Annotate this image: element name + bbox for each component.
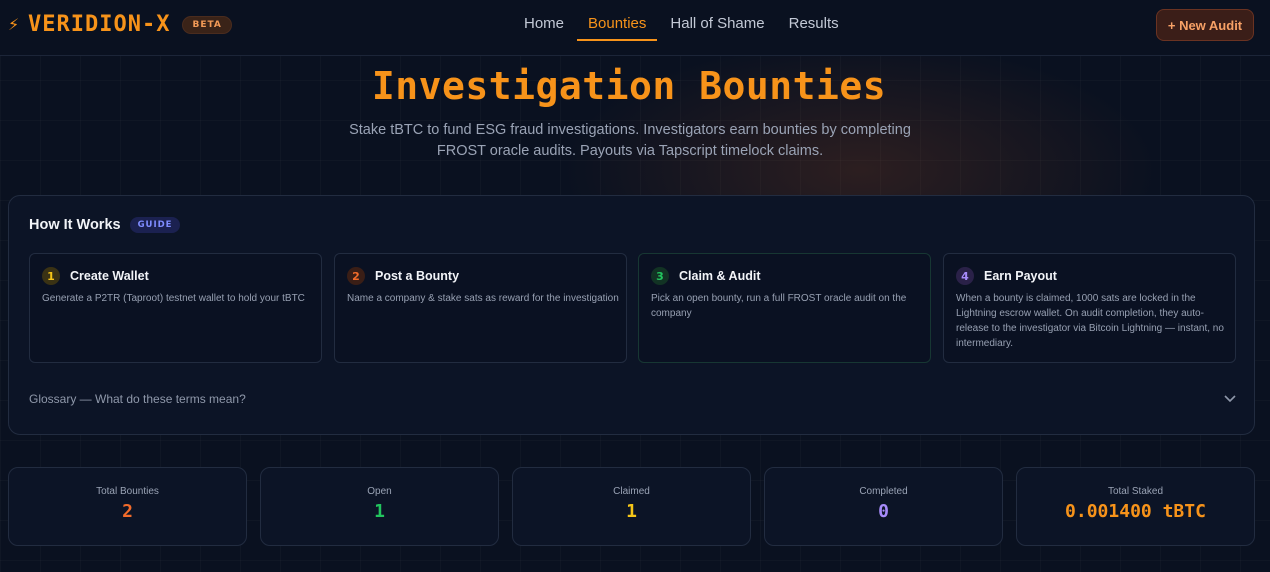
main-nav: Home Bounties Hall of Shame Results <box>513 8 852 41</box>
step-description: Name a company & stake sats as reward fo… <box>347 293 619 304</box>
stat-label: Completed <box>859 486 908 497</box>
brand-name: VERIDION-X <box>28 12 171 37</box>
step-card-earn-payout: 4 Earn Payout When a bounty is claimed, … <box>943 253 1236 363</box>
step-number: 4 <box>956 267 974 285</box>
stat-label: Total Bounties <box>96 486 159 497</box>
stat-value: 1 <box>626 501 637 522</box>
step-number: 3 <box>651 267 669 285</box>
how-it-works-title: How It Works <box>29 217 121 233</box>
step-card-claim-audit: 3 Claim & Audit Pick an open bounty, run… <box>638 253 931 363</box>
stat-value: 0 <box>878 501 889 522</box>
stat-card-claimed: Claimed 1 <box>512 467 751 546</box>
step-number: 2 <box>347 267 365 285</box>
stat-label: Total Staked <box>1107 486 1164 497</box>
how-it-works-panel: How It Works GUIDE 1 Create Wallet Gener… <box>8 195 1255 435</box>
top-nav-bar: ⚡ VERIDION-X BETA Home Bounties Hall of … <box>0 0 1270 56</box>
glossary-label: Glossary — What do these terms mean? <box>29 392 246 406</box>
nav-bounties[interactable]: Bounties <box>577 8 658 41</box>
brand-logo[interactable]: ⚡ VERIDION-X BETA <box>8 12 232 37</box>
stat-label: Open <box>367 486 392 497</box>
stat-value: 2 <box>122 501 133 522</box>
stat-value: 1 <box>374 501 385 522</box>
glossary-toggle[interactable]: Glossary — What do these terms mean? <box>29 389 1236 409</box>
step-title: Earn Payout <box>984 269 1057 283</box>
page-title: Investigation Bounties <box>371 64 887 108</box>
page-subtitle: Stake tBTC to fund ESG fraud investigati… <box>349 122 911 159</box>
step-card-create-wallet: 1 Create Wallet Generate a P2TR (Taproot… <box>29 253 322 363</box>
step-title: Create Wallet <box>70 269 149 283</box>
stat-card-completed: Completed 0 <box>764 467 1003 546</box>
nav-results[interactable]: Results <box>778 8 850 41</box>
step-description: When a bounty is claimed, 1000 sats are … <box>956 293 1224 349</box>
lightning-bolt-icon: ⚡ <box>8 15 20 34</box>
step-description: Generate a P2TR (Taproot) testnet wallet… <box>42 293 305 304</box>
step-title: Claim & Audit <box>679 269 761 283</box>
nav-home[interactable]: Home <box>513 8 575 41</box>
how-it-works-header: How It Works GUIDE <box>29 217 181 233</box>
step-description: Pick an open bounty, run a full FROST or… <box>651 293 907 319</box>
nav-hall-of-shame[interactable]: Hall of Shame <box>659 8 775 41</box>
stat-value: 0.001400 tBTC <box>1065 501 1206 522</box>
step-card-post-bounty: 2 Post a Bounty Name a company & stake s… <box>334 253 627 363</box>
step-number: 1 <box>42 267 60 285</box>
beta-badge: BETA <box>182 15 232 34</box>
step-title: Post a Bounty <box>375 269 460 283</box>
new-audit-button[interactable]: + New Audit <box>1156 9 1254 41</box>
stat-label: Claimed <box>613 486 650 497</box>
chevron-down-icon <box>1224 391 1236 407</box>
stat-card-total-bounties: Total Bounties 2 <box>8 467 247 546</box>
stat-card-total-staked: Total Staked 0.001400 tBTC <box>1016 467 1255 546</box>
guide-badge: GUIDE <box>129 217 181 233</box>
stat-card-open: Open 1 <box>260 467 499 546</box>
